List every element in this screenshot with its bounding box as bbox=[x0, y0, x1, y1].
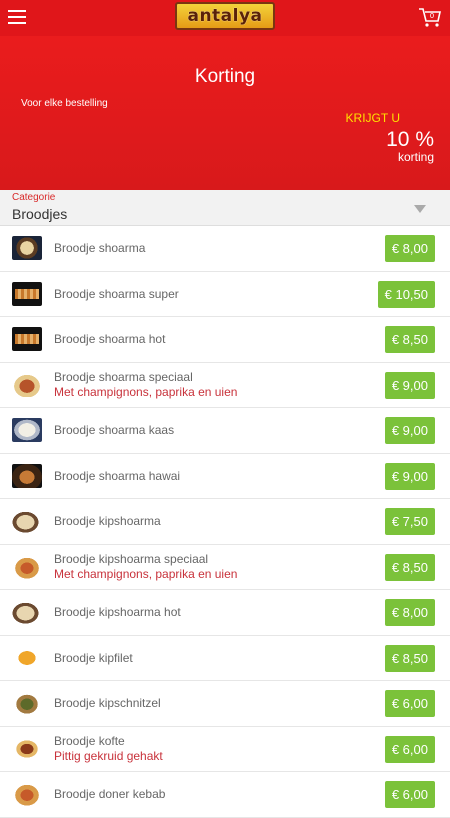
product-name: Broodje kipschnitzel bbox=[54, 696, 161, 710]
logo: antalya bbox=[175, 2, 275, 30]
price-button[interactable]: € 8,50 bbox=[384, 326, 435, 353]
list-item[interactable]: Broodje kipshoarma € 7,50 bbox=[0, 499, 450, 545]
price-button[interactable]: € 8,50 bbox=[384, 644, 435, 672]
product-name: Broodje shoarma bbox=[54, 241, 146, 255]
price-button[interactable]: € 6,00 bbox=[384, 781, 435, 808]
banner-subtitle: Voor elke bestelling bbox=[21, 98, 108, 109]
product-name: Broodje shoarma hawai bbox=[54, 468, 181, 483]
list-item[interactable]: Broodje kipfilet € 8,50 bbox=[0, 636, 450, 681]
price-button[interactable]: € 6,00 bbox=[384, 735, 435, 763]
logo-text: antalya bbox=[187, 6, 263, 26]
product-thumbnail bbox=[12, 463, 42, 488]
product-thumbnail bbox=[12, 691, 42, 715]
list-item[interactable]: Broodje shoarma hot € 8,50 bbox=[0, 317, 450, 363]
price-button[interactable]: € 8,00 bbox=[384, 599, 435, 626]
product-description: Met champignons, paprika en uien bbox=[54, 566, 238, 581]
product-name: Broodje shoarma hot bbox=[54, 332, 166, 346]
category-value: Broodjes bbox=[12, 206, 68, 222]
product-name: Broodje kipfilet bbox=[54, 650, 133, 665]
discount-banner: Korting Voor elke bestelling KRIJGT U 10… bbox=[0, 36, 450, 190]
list-item[interactable]: Broodje kipschnitzel € 6,00 bbox=[0, 681, 450, 727]
menu-icon[interactable] bbox=[8, 10, 26, 24]
list-item[interactable]: Broodje shoarma € 8,00 bbox=[0, 226, 450, 272]
chevron-down-icon[interactable] bbox=[414, 205, 426, 213]
product-name: Broodje kipshoarma speciaal bbox=[54, 551, 209, 566]
product-thumbnail bbox=[12, 281, 42, 306]
cart-icon[interactable]: 0 bbox=[418, 6, 442, 28]
list-item[interactable]: Broodje shoarma speciaal Met champignons,… bbox=[0, 363, 450, 408]
list-item[interactable]: Broodje shoarma hawai € 9,00 bbox=[0, 454, 450, 499]
banner-percentage: 10 % bbox=[386, 128, 434, 151]
list-item[interactable]: Broodje kipshoarma hot € 8,00 bbox=[0, 590, 450, 636]
banner-krijgt: KRIJGT U bbox=[345, 111, 400, 125]
product-name: Broodje kofte bbox=[54, 733, 125, 748]
list-item[interactable]: Broodje kofte Pittig gekruid gehakt € 6,00 bbox=[0, 727, 450, 772]
cart-count: 0 bbox=[430, 12, 434, 20]
product-name: Broodje kipshoarma bbox=[54, 514, 161, 528]
product-thumbnail bbox=[12, 600, 42, 624]
price-button[interactable]: € 7,50 bbox=[384, 508, 435, 535]
product-description: Pittig gekruid gehakt bbox=[54, 748, 163, 763]
top-bar: antalya 0 bbox=[0, 0, 450, 36]
list-item[interactable]: Broodje shoarma kaas € 9,00 bbox=[0, 408, 450, 454]
product-name: Broodje kipshoarma hot bbox=[54, 605, 181, 619]
list-item[interactable]: Broodje shoarma super € 10,50 bbox=[0, 272, 450, 317]
price-button[interactable]: € 8,00 bbox=[384, 235, 435, 262]
product-list: Broodje shoarma € 8,00 Broodje shoarma sup… bbox=[0, 226, 450, 818]
price-button[interactable]: € 9,00 bbox=[384, 371, 435, 399]
category-label: Categorie bbox=[12, 192, 56, 203]
price-button[interactable]: € 9,00 bbox=[384, 462, 435, 490]
price-button[interactable]: € 9,00 bbox=[384, 417, 435, 444]
banner-title: Korting bbox=[194, 66, 256, 87]
product-thumbnail bbox=[12, 372, 42, 397]
product-thumbnail bbox=[12, 736, 42, 761]
product-name: Broodje shoarma kaas bbox=[54, 423, 175, 437]
product-thumbnail bbox=[12, 236, 42, 260]
price-button[interactable]: € 10,50 bbox=[377, 280, 435, 308]
product-name: Broodje doner kebab bbox=[54, 787, 166, 801]
product-thumbnail bbox=[12, 509, 42, 533]
price-button[interactable]: € 6,00 bbox=[384, 690, 435, 717]
product-thumbnail bbox=[12, 327, 42, 351]
category-select[interactable]: Categorie Broodjes bbox=[0, 190, 450, 226]
product-thumbnail bbox=[12, 782, 42, 806]
product-name: Broodje shoarma speciaal bbox=[54, 369, 193, 384]
product-thumbnail bbox=[12, 645, 42, 670]
product-name: Broodje shoarma super bbox=[54, 286, 179, 301]
banner-korting-label: korting bbox=[397, 150, 434, 164]
list-item[interactable]: Broodje doner kebab € 6,00 bbox=[0, 772, 450, 818]
price-button[interactable]: € 8,50 bbox=[384, 553, 435, 581]
product-thumbnail bbox=[12, 554, 42, 579]
product-description: Met champignons, paprika en uien bbox=[54, 384, 238, 399]
list-item[interactable]: Broodje kipshoarma speciaal Met champigno… bbox=[0, 545, 450, 590]
product-thumbnail bbox=[12, 418, 42, 442]
